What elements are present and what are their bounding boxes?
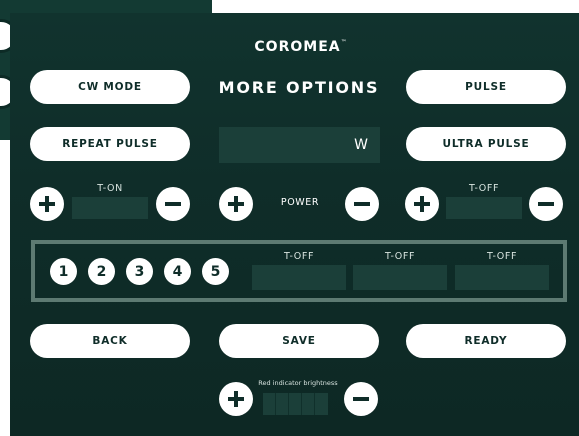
pulse-number-5[interactable]: 5 (202, 258, 229, 285)
page-title: MORE OPTIONS (218, 78, 380, 97)
t-on-increase-button[interactable] (30, 187, 64, 221)
back-button[interactable]: BACK (30, 324, 190, 358)
minus-icon (353, 397, 369, 401)
t-off-label: T-OFF (468, 183, 500, 194)
brightness-decrease-button[interactable] (344, 382, 378, 416)
save-button[interactable]: SAVE (219, 324, 379, 358)
group-t-off-label-2: T-OFF (384, 251, 416, 262)
brightness-segment (263, 393, 276, 415)
ultra-pulse-button[interactable]: ULTRA PULSE (406, 127, 566, 161)
pulse-number-3[interactable]: 3 (126, 258, 153, 285)
minus-icon (165, 202, 181, 206)
ready-button[interactable]: READY (406, 324, 566, 358)
brand-logo: COROMEA™ (226, 39, 376, 55)
pulse-number-4[interactable]: 4 (164, 258, 191, 285)
brand-name: COROMEA (254, 39, 341, 55)
t-on-label: T-ON (97, 183, 123, 194)
brightness-segment (276, 393, 289, 415)
t-off-decrease-button[interactable] (529, 187, 563, 221)
power-unit: W (354, 137, 368, 153)
pulse-number-1[interactable]: 1 (50, 258, 77, 285)
minus-icon (538, 202, 554, 206)
power-label: POWER (280, 197, 320, 208)
plus-icon (39, 196, 55, 212)
minus-icon (354, 202, 370, 206)
plus-icon (414, 196, 430, 212)
brightness-segment (289, 393, 302, 415)
brightness-label: Red indicator brightness (258, 379, 338, 387)
t-off-field[interactable] (446, 197, 522, 219)
t-off-increase-button[interactable] (405, 187, 439, 221)
group-t-off-label-1: T-OFF (283, 251, 315, 262)
power-increase-button[interactable] (219, 187, 253, 221)
group-t-off-field-3[interactable] (455, 265, 549, 290)
repeat-pulse-button[interactable]: REPEAT PULSE (30, 127, 190, 161)
group-t-off-field-2[interactable] (353, 265, 447, 290)
t-on-field[interactable] (72, 197, 148, 219)
brightness-increase-button[interactable] (219, 382, 253, 416)
brand-trademark: ™ (340, 39, 348, 46)
plus-icon (228, 196, 244, 212)
pulse-number-2[interactable]: 2 (88, 258, 115, 285)
power-decrease-button[interactable] (345, 187, 379, 221)
plus-icon (228, 391, 244, 407)
cw-mode-button[interactable]: CW MODE (30, 70, 190, 104)
group-t-off-field-1[interactable] (252, 265, 346, 290)
t-on-decrease-button[interactable] (156, 187, 190, 221)
power-field[interactable]: W (219, 127, 380, 163)
more-options-panel: COROMEA™ MORE OPTIONS CW MODE PULSE REPE… (10, 13, 579, 436)
pulse-button[interactable]: PULSE (406, 70, 566, 104)
group-t-off-label-3: T-OFF (486, 251, 518, 262)
brightness-meter (263, 393, 328, 415)
brightness-segment (315, 393, 328, 415)
brightness-segment (302, 393, 315, 415)
